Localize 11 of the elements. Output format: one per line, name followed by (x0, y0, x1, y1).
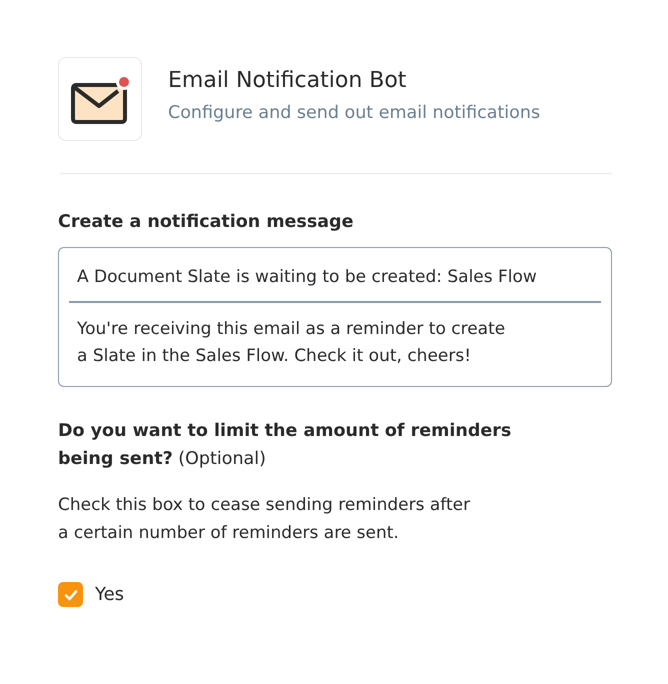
checkbox-label: Yes (95, 584, 124, 605)
app-title: Email Notification Bot (168, 68, 408, 92)
question-text: Do you want to limit the amount of reminders being sent? (Optional) (58, 420, 512, 471)
app-icon (58, 57, 142, 141)
message-body[interactable]: You're receiving this email as a reminder to create a Slate in the Sales Flow. Check it out, cheers! (59, 303, 611, 370)
section-heading: Create a notification message (58, 212, 354, 232)
message-box[interactable]: A Document Slate is waiting to be created: Sales Flow You're receiving this email as a reminder to create a Slate in the Sales Flow. Check it out, cheers! (58, 247, 612, 387)
app-subtitle: Configure and send out email notifications (168, 102, 540, 122)
description-text: Check this box to cease sending reminders after a certain number of reminders are sent. (58, 494, 472, 545)
checkbox[interactable] (58, 582, 83, 607)
subject-line[interactable]: A Document Slate is waiting to be created: Sales Flow (59, 248, 611, 301)
